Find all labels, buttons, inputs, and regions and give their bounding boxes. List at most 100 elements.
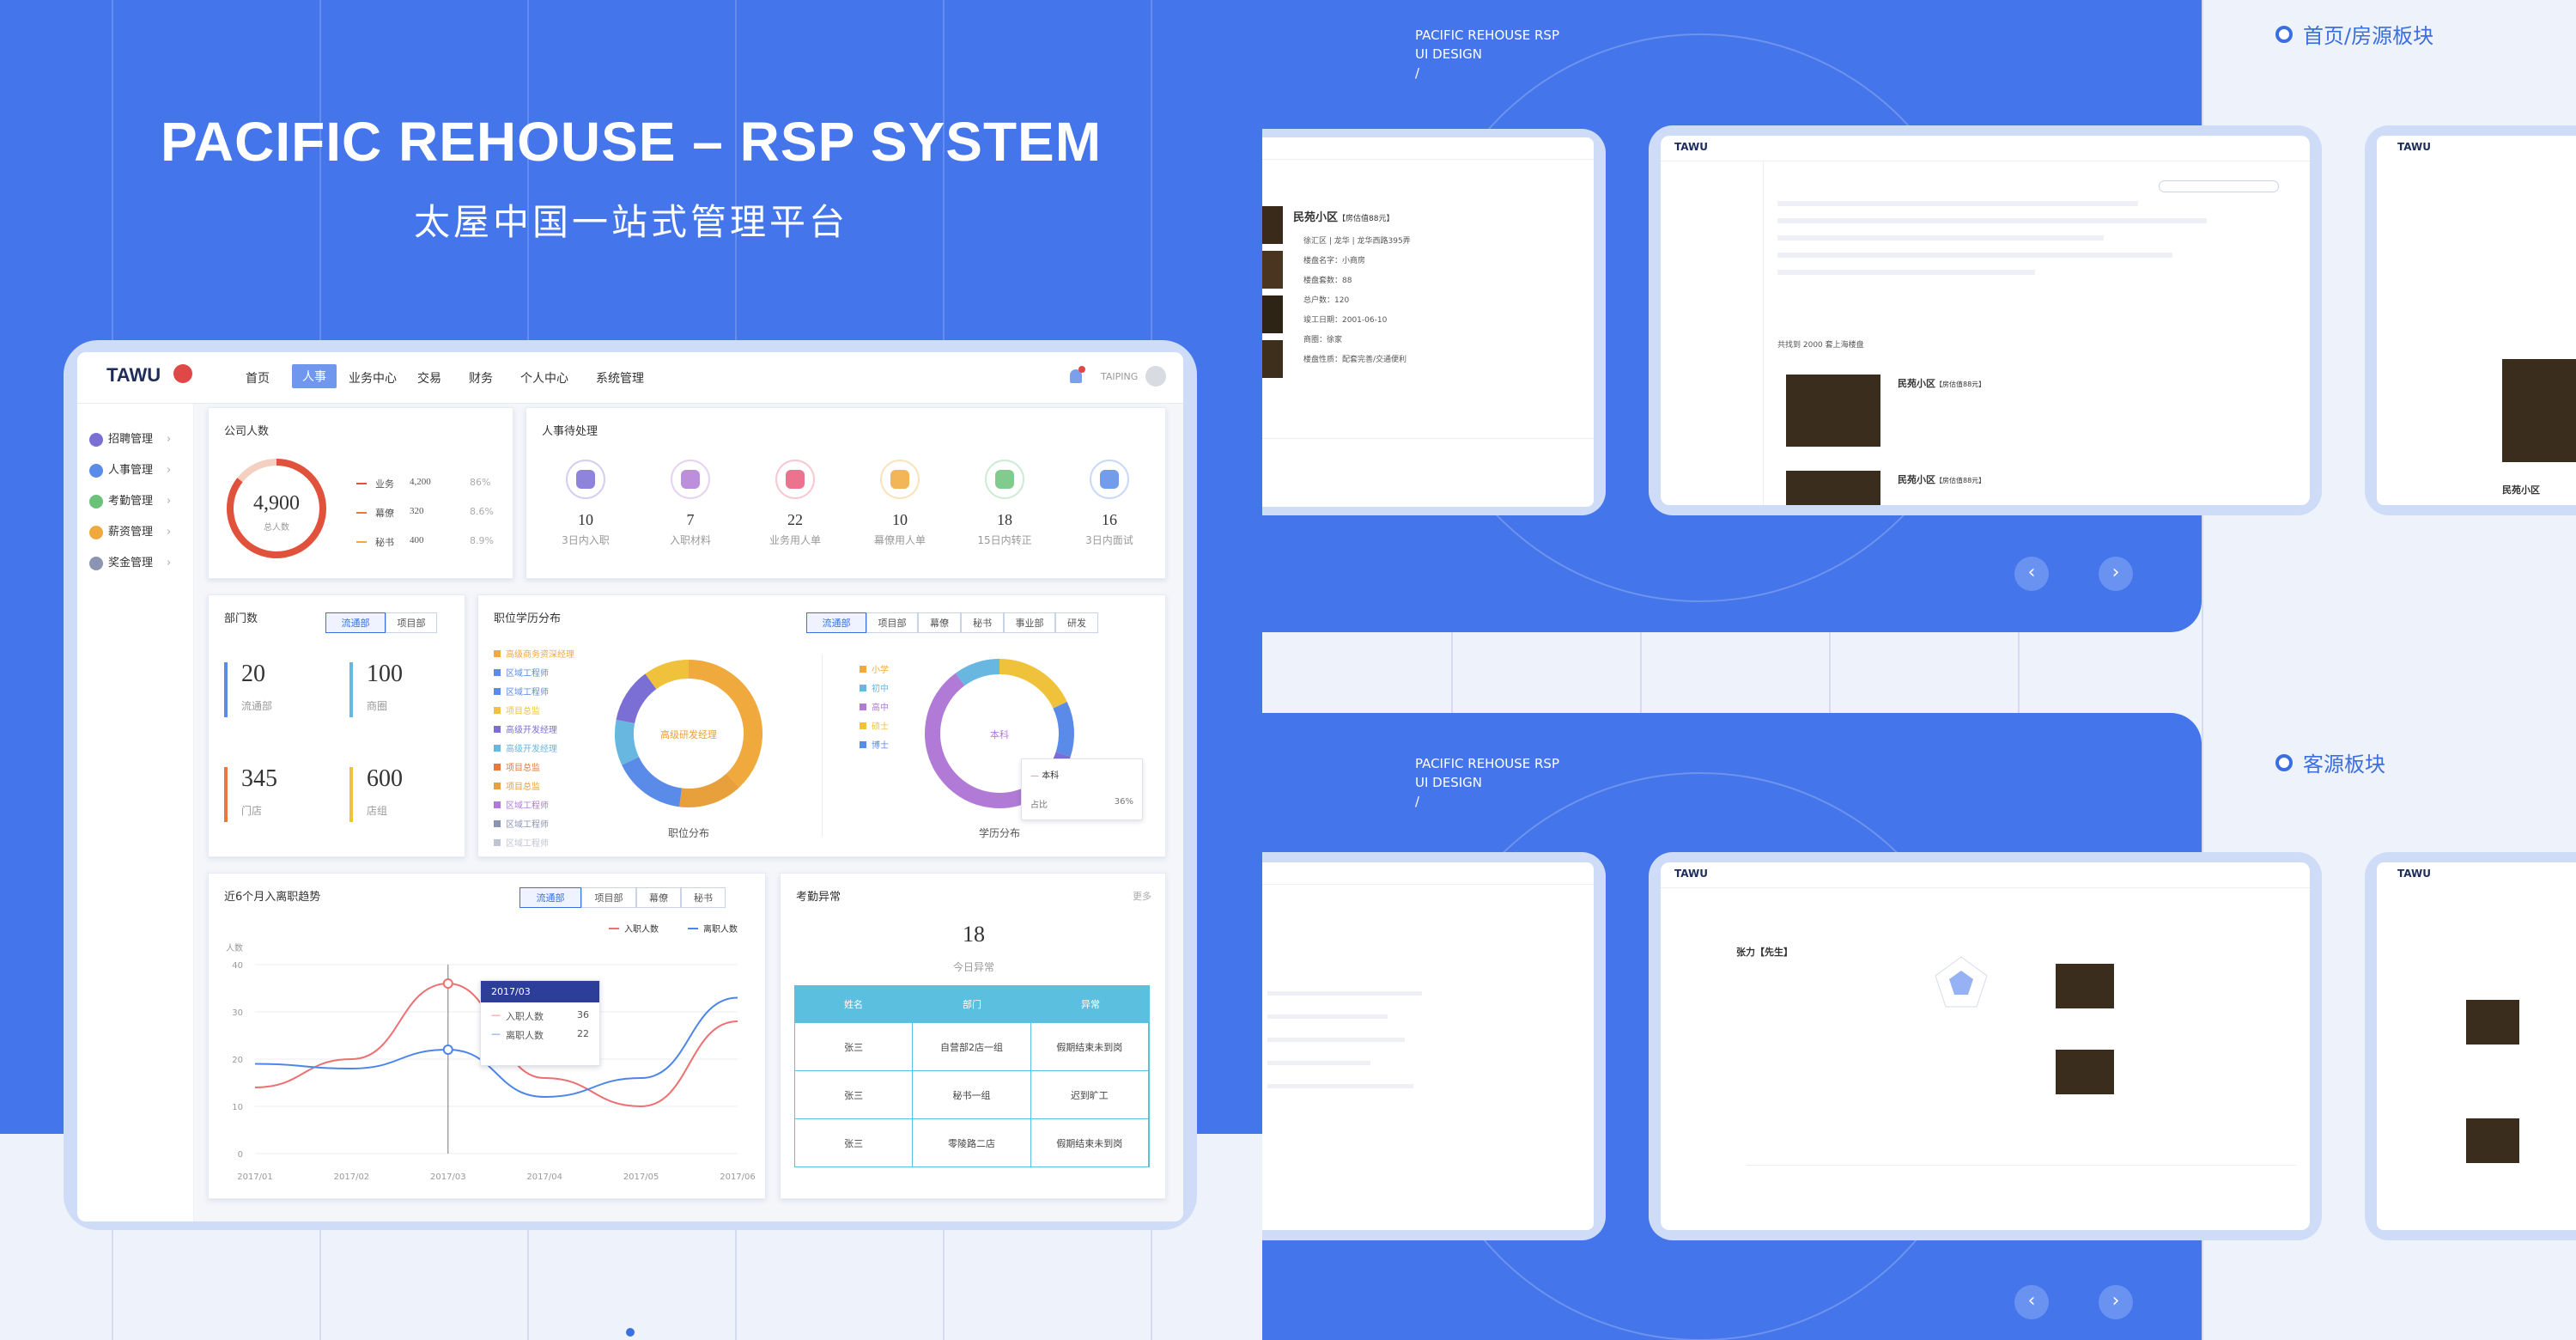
- legend-item: 项目总监: [494, 760, 574, 773]
- pending-label: 业务用人单: [769, 534, 821, 546]
- more-link[interactable]: 更多: [1133, 889, 1151, 903]
- thumbnail: [1262, 251, 1283, 289]
- logo: TAWU: [1674, 141, 1708, 153]
- card-title: 部门数: [224, 612, 258, 625]
- thumbnail: [1262, 206, 1283, 244]
- trend-tabs: 流通部 项目部 幕僚 秘书: [519, 887, 726, 908]
- pending-item[interactable]: 18 15日内转正: [957, 460, 1052, 563]
- legend-item: 区域工程师: [494, 685, 574, 697]
- y-tick-label: 40: [232, 961, 243, 971]
- hr-pending-card: 人事待处理 10 3日内入职 7 入职材料 22 业务用人单 10 幕僚用人单 18 15日内转正…: [526, 407, 1166, 579]
- stat-value: 600: [367, 765, 403, 792]
- company-headcount-card: 公司人数 4,900 总人数 业务 4,200 86% 幕僚 320 8.6% 秘书 40…: [208, 407, 513, 579]
- pending-icon: [671, 460, 710, 499]
- x-tick-label: 2017/02: [334, 1172, 370, 1182]
- donut-segment: [688, 660, 762, 788]
- legend-item: 区域工程师: [494, 817, 574, 830]
- sidebar-item-salary[interactable]: 薪资管理 ›: [89, 522, 171, 539]
- pending-item[interactable]: 10 幕僚用人单: [853, 460, 947, 563]
- nav-finance[interactable]: 财务: [469, 369, 493, 387]
- nav-business[interactable]: 业务中心: [349, 369, 397, 387]
- pending-item[interactable]: 16 3日内面试: [1062, 460, 1157, 563]
- match-photo: [2056, 964, 2114, 1008]
- search-input[interactable]: [2159, 180, 2279, 192]
- position-donut-center: 高级研发经理: [660, 729, 717, 740]
- nav-personal[interactable]: 个人中心: [520, 369, 568, 387]
- tooltip-row: — 入职人数 36: [491, 1009, 589, 1022]
- legend-item: 项目总监: [494, 704, 574, 716]
- pending-label: 3日内面试: [1085, 534, 1133, 546]
- tab-trend-liutong[interactable]: 流通部: [519, 887, 581, 908]
- education-legend: 小学 初中 高中 硕士 博士: [860, 662, 889, 757]
- sidebar: [1661, 161, 1764, 505]
- sidebar-item-hr[interactable]: 人事管理 ›: [89, 460, 171, 478]
- filter-rows: [1267, 991, 1439, 1088]
- education-tooltip: — 本科 占比 36%: [1021, 758, 1143, 820]
- table-row[interactable]: 张三 零陵路二店 假期结束未到岗: [794, 1119, 1150, 1167]
- headcount-total-label: 总人数: [264, 523, 289, 533]
- pending-item[interactable]: 22 业务用人单: [748, 460, 842, 563]
- carousel-next-button[interactable]: ›: [2099, 557, 2133, 591]
- tab-edu-liutong[interactable]: 流通部: [806, 612, 866, 633]
- pending-label: 入职材料: [669, 534, 711, 546]
- tab-trend-project[interactable]: 项目部: [581, 887, 636, 908]
- customer-name: 张力【先生】: [1736, 947, 1793, 958]
- nav-hr[interactable]: 人事: [292, 364, 337, 388]
- sidebar-item-bonus[interactable]: 奖金管理 ›: [89, 553, 171, 570]
- hero-subtitle: 太屋中国一站式管理平台: [413, 201, 848, 243]
- stat-label: 门店: [241, 805, 263, 817]
- carousel-next-button[interactable]: ›: [2099, 1285, 2133, 1319]
- card-title: 考勤异常: [796, 891, 841, 904]
- edu-tabs: 流通部 项目部 幕僚 秘书 事业部 研发: [806, 612, 1098, 633]
- carousel-prev-button[interactable]: ‹: [2014, 1285, 2049, 1319]
- tab-edu-muliao[interactable]: 幕僚: [918, 612, 961, 633]
- grid-line: [735, 1220, 737, 1340]
- carousel-prev-button[interactable]: ‹: [2014, 557, 2049, 591]
- donut-segment: [955, 659, 1000, 686]
- y-tick-label: 10: [232, 1103, 243, 1112]
- listing-photo: [2466, 1000, 2519, 1045]
- preview-screen-house-list: TAWU 共找到 2000 套上海楼盘 民苑小区【房估值88元】 民苑小区【房估…: [1661, 136, 2310, 505]
- table-row[interactable]: 张三 自营部2店一组 假期结束未到岗: [794, 1023, 1150, 1071]
- tooltip-title: 2017/03: [481, 981, 599, 1002]
- nav-trade[interactable]: 交易: [417, 369, 441, 387]
- tab-trend-secretary[interactable]: 秘书: [681, 887, 726, 908]
- legend-item: 初中: [860, 681, 889, 694]
- design-tag-bottom: PACIFIC REHOUSE RSP UI DESIGN /: [1415, 756, 1559, 809]
- stat-bar: [224, 662, 228, 717]
- preview-screen-customer-partial: TAWU: [2377, 862, 2576, 1230]
- attendance-icon: [89, 494, 103, 509]
- stat-bar: [224, 767, 228, 822]
- preview-screen-house-detail: 民苑小区【房估值88元】 徐汇区 | 龙华 | 龙华西路395弄 楼盘名字：小商房…: [1262, 137, 1594, 507]
- card-title: 职位学历分布: [494, 612, 562, 625]
- nav-home[interactable]: 首页: [246, 369, 270, 387]
- sidebar-item-recruit[interactable]: 招聘管理 ›: [89, 429, 171, 447]
- x-tick-label: 2017/03: [430, 1172, 466, 1182]
- divider: [822, 655, 823, 836]
- pending-item[interactable]: 7 入职材料: [643, 460, 738, 563]
- section-label-customer: 客源板块: [2275, 747, 2385, 777]
- nav-system[interactable]: 系统管理: [596, 369, 644, 387]
- tab-trend-muliao[interactable]: 幕僚: [636, 887, 681, 908]
- pending-value: 7: [686, 511, 695, 528]
- avatar[interactable]: [1145, 366, 1166, 387]
- table-row[interactable]: 张三 秘书一组 迟到旷工: [794, 1071, 1150, 1119]
- tab-edu-secretary[interactable]: 秘书: [961, 612, 1004, 633]
- tooltip-title: — 本科: [1030, 771, 1060, 781]
- listing-photo: [2502, 359, 2576, 462]
- hiring-trend-card: 近6个月入离职趋势 流通部 项目部 幕僚 秘书 入职人数 离职人数 人数 0 10 2…: [208, 873, 766, 1199]
- sidebar-item-attendance[interactable]: 考勤管理 ›: [89, 491, 171, 509]
- data-point: [442, 978, 453, 989]
- tab-edu-division[interactable]: 事业部: [1004, 612, 1055, 633]
- tab-edu-project[interactable]: 项目部: [866, 612, 918, 633]
- tab-dept-liutong[interactable]: 流通部: [325, 612, 386, 633]
- stat-bar: [349, 767, 353, 822]
- tab-dept-project[interactable]: 项目部: [386, 612, 437, 633]
- bonus-icon: [89, 556, 103, 570]
- pending-item[interactable]: 10 3日内入职: [538, 460, 633, 563]
- tab-edu-rd[interactable]: 研发: [1055, 612, 1098, 633]
- pending-icon: [566, 460, 605, 499]
- grid-line: [1829, 632, 1831, 713]
- house-info: 徐汇区 | 龙华 | 龙华西路395弄 楼盘名字：小商房 楼盘套数：88 总户数：12…: [1303, 237, 1411, 364]
- divider: [1747, 1165, 2296, 1166]
